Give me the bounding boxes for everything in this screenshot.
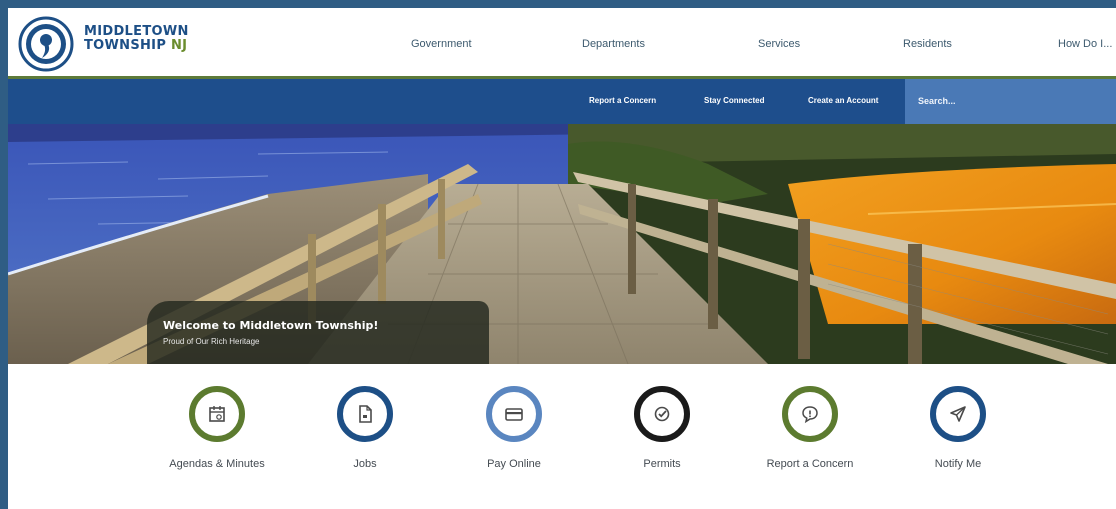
quick-link-label: Report a Concern [766, 458, 854, 470]
quick-link-notify-me[interactable]: Notify Me [888, 386, 1028, 470]
page: MIDDLETOWN TOWNSHIP NJ Government Depart… [8, 8, 1116, 509]
stay-connected-link[interactable]: Stay Connected [704, 96, 764, 105]
search-input[interactable]: Search... [905, 79, 1116, 124]
site-header: MIDDLETOWN TOWNSHIP NJ Government Depart… [8, 8, 1116, 79]
hero-banner: Welcome to Middletown Township! Proud of… [8, 124, 1116, 364]
calendar-icon [189, 386, 245, 442]
quick-link-label: Notify Me [934, 458, 982, 470]
quick-link-label: Agendas & Minutes [169, 458, 265, 470]
quick-link-report-concern[interactable]: Report a Concern [740, 386, 880, 470]
hero-caption: Welcome to Middletown Township! Proud of… [147, 301, 489, 364]
hero-title: Welcome to Middletown Township! [163, 319, 379, 332]
quick-link-label: Permits [643, 458, 681, 470]
nav-services[interactable]: Services [758, 38, 800, 50]
utility-bar: Report a Concern Stay Connected Create a… [8, 79, 1116, 124]
credit-card-icon [486, 386, 542, 442]
nav-departments[interactable]: Departments [582, 38, 645, 50]
hero-subtitle: Proud of Our Rich Heritage [163, 337, 260, 346]
brand-line-2: TOWNSHIP NJ [84, 38, 188, 53]
quick-link-pay-online[interactable]: Pay Online [444, 386, 584, 470]
nav-government[interactable]: Government [411, 38, 472, 50]
report-concern-link[interactable]: Report a Concern [589, 96, 656, 105]
quick-link-jobs[interactable]: Jobs [295, 386, 435, 470]
create-account-link[interactable]: Create an Account [808, 96, 878, 105]
checkmark-icon [634, 386, 690, 442]
nav-how-do-i[interactable]: How Do I... [1058, 38, 1112, 50]
quick-link-agendas-minutes[interactable]: Agendas & Minutes [147, 386, 287, 470]
quick-link-permits[interactable]: Permits [592, 386, 732, 470]
brand-name[interactable]: MIDDLETOWN TOWNSHIP NJ [84, 25, 189, 53]
quick-link-label: Jobs [353, 458, 377, 470]
brand-suffix: NJ [170, 38, 188, 53]
brand-line-1: MIDDLETOWN [84, 24, 189, 39]
township-logo-icon[interactable] [18, 16, 74, 72]
quick-link-label: Pay Online [487, 458, 541, 470]
paper-plane-icon [930, 386, 986, 442]
document-icon [337, 386, 393, 442]
chat-bubble-icon [782, 386, 838, 442]
search-placeholder: Search... [918, 96, 956, 106]
nav-residents[interactable]: Residents [903, 38, 952, 50]
